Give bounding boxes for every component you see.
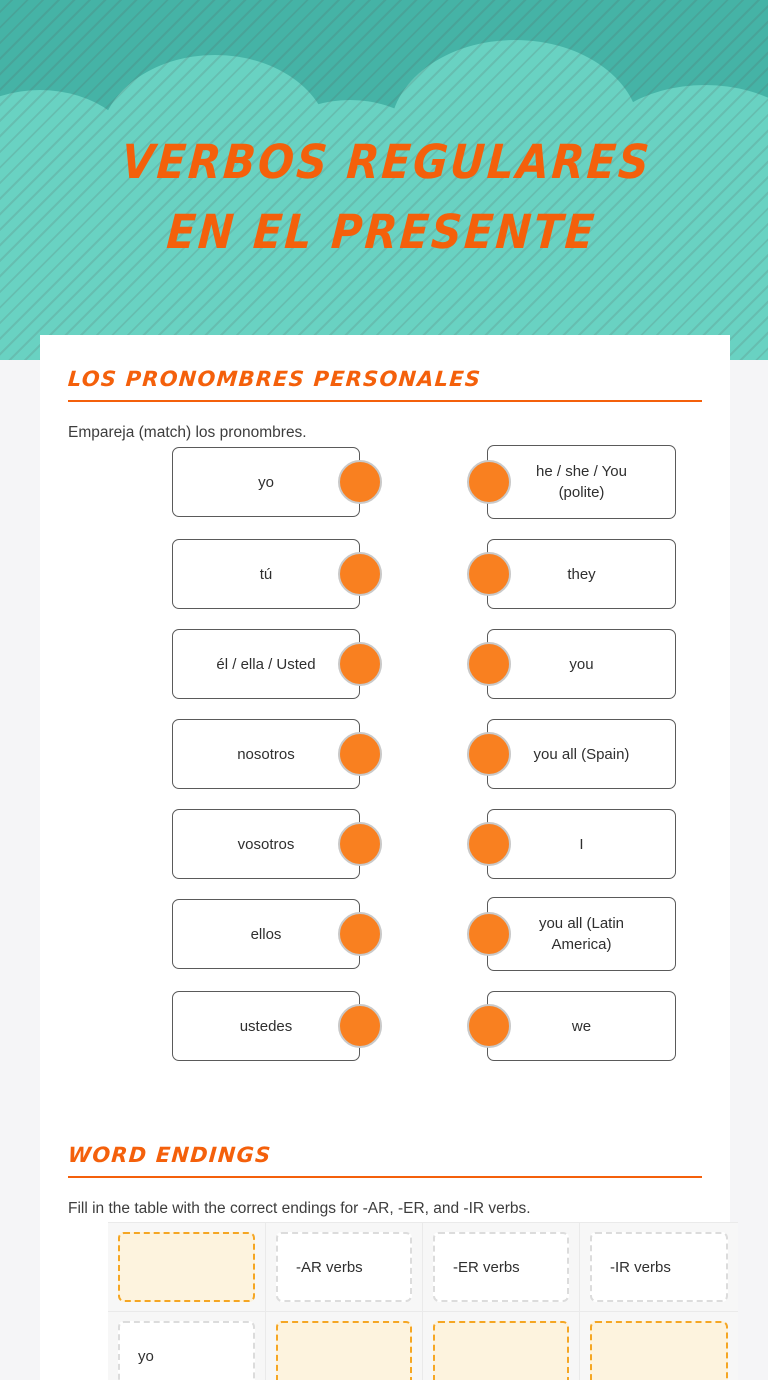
section-word-endings: Word endings Fill in the table with the … [67,1143,702,1219]
verb-endings-table: -AR verbs -ER verbs -IR verbs yo [108,1222,738,1380]
match-left-label: nosotros [237,745,295,763]
section-divider [68,1176,702,1178]
table-cell: yo [108,1312,266,1380]
table-cell: -ER verbs [423,1223,580,1312]
table-row-label-yo: yo [118,1321,255,1380]
match-left-label: ustedes [239,1017,293,1035]
match-right-item[interactable]: I [487,809,676,879]
table-input-blank[interactable] [118,1232,255,1302]
content-card: Los pronombres personales Empareja (matc… [40,335,738,1380]
match-left-label: ellos [250,925,282,943]
table-input-blank[interactable] [590,1321,728,1380]
match-connector-dot[interactable] [338,1004,382,1048]
match-right-item[interactable]: you all (Latin America) [487,897,676,971]
match-left-item[interactable]: ustedes [172,991,360,1061]
match-right-label: we [571,1017,592,1035]
worksheet-page: Verbos regulares en el presente Los pron… [0,0,768,1380]
table-header-er: -ER verbs [433,1232,569,1302]
match-left-item[interactable]: ellos [172,899,360,969]
table-cell [580,1312,738,1380]
page-title-line-1: Verbos regulares [119,135,654,190]
match-connector-dot[interactable] [338,460,382,504]
match-connector-dot[interactable] [338,642,382,686]
match-left-label: él / ella / Usted [216,655,316,673]
section-heading-word-endings: Word endings [67,1143,273,1167]
match-connector-dot[interactable] [467,552,511,596]
match-left-item[interactable]: nosotros [172,719,360,789]
match-right-item[interactable]: he / she / You (polite) [487,445,676,519]
match-right-label: he / she / You (polite) [536,463,627,501]
match-connector-dot[interactable] [467,642,511,686]
match-connector-dot[interactable] [467,912,511,956]
matching-exercise: yo tú él / ella / Usted nosotros vosotro… [40,335,730,1075]
match-right-item[interactable]: you all (Spain) [487,719,676,789]
page-title: Verbos regulares en el presente [0,128,768,268]
table-header-ar: -AR verbs [276,1232,412,1302]
match-right-label: you [569,655,594,673]
match-connector-dot[interactable] [338,552,382,596]
match-connector-dot[interactable] [467,460,511,504]
match-left-item[interactable]: tú [172,539,360,609]
match-left-item[interactable]: vosotros [172,809,360,879]
match-right-label: you all (Spain) [533,745,630,763]
match-connector-dot[interactable] [338,912,382,956]
table-input-blank[interactable] [433,1321,569,1380]
page-title-line-2: en el presente [164,205,599,260]
match-connector-dot[interactable] [467,822,511,866]
match-right-item[interactable]: you [487,629,676,699]
match-right-label: you all (Latin America) [538,915,625,953]
match-connector-dot[interactable] [338,822,382,866]
header-banner: Verbos regulares en el presente [0,0,768,360]
match-left-item[interactable]: yo [172,447,360,517]
match-left-label: vosotros [237,835,295,853]
table-header-ir: -IR verbs [590,1232,728,1302]
match-left-item[interactable]: él / ella / Usted [172,629,360,699]
match-left-label: tú [259,565,273,583]
table-cell: -IR verbs [580,1223,738,1312]
table-cell [266,1312,423,1380]
match-right-label: they [567,565,596,583]
match-connector-dot[interactable] [467,1004,511,1048]
table-cell: -AR verbs [266,1223,423,1312]
match-right-item[interactable]: we [487,991,676,1061]
match-right-item[interactable]: they [487,539,676,609]
match-right-label: I [579,835,584,853]
table-cell [423,1312,580,1380]
match-connector-dot[interactable] [338,732,382,776]
table-cell [108,1223,266,1312]
instruction-word-endings: Fill in the table with the correct endin… [68,1200,531,1217]
match-connector-dot[interactable] [467,732,511,776]
match-left-label: yo [258,473,274,491]
table-input-blank[interactable] [276,1321,412,1380]
